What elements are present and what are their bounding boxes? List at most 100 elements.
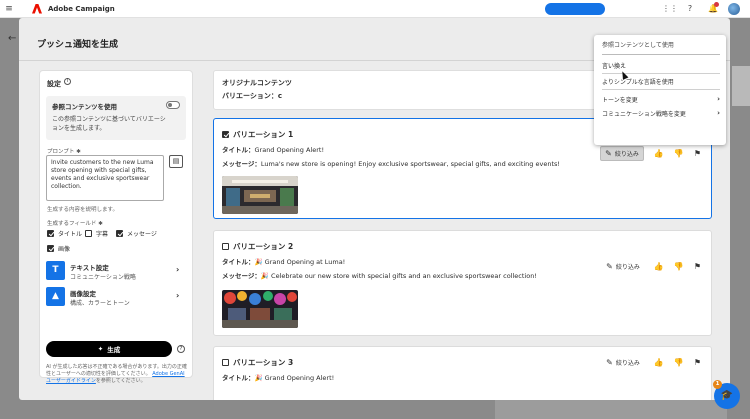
apps-grid-icon[interactable]: ⋮⋮ (662, 4, 678, 14)
menu-item-simpler-language[interactable]: よりシンプルな言語を使用 (602, 77, 720, 86)
checkbox-icon[interactable] (222, 359, 229, 366)
avatar[interactable] (728, 3, 740, 15)
generate-button[interactable]: ✦ 生成 (46, 341, 172, 357)
variation-message-line: メッセージ：🎉 Celebrate our new store with spe… (222, 270, 537, 280)
app-title: Adobe Campaign (48, 4, 115, 13)
original-content-title: オリジナルコンテンツ (222, 79, 292, 87)
image-settings-item[interactable]: ▲ 画像設定 構成、カラーとトーン › (46, 287, 186, 309)
image-icon: ▲ (46, 287, 65, 306)
thumbs-down-icon[interactable]: 👎 (674, 262, 684, 271)
flag-icon[interactable]: ⚑ (694, 358, 701, 367)
background-panel (732, 66, 750, 106)
refine-label: 絞り込み (614, 151, 639, 158)
thumbs-down-icon[interactable]: 👎 (674, 358, 684, 367)
variation-title: バリエーション 1 (233, 130, 294, 139)
back-arrow-icon[interactable]: ← (8, 33, 16, 44)
flag-icon[interactable]: ⚑ (694, 262, 701, 271)
reference-title: 参照コンテンツを使用 (52, 103, 117, 111)
topbar-pill[interactable] (545, 3, 605, 15)
variation-title-line: タイトル：Grand Opening Alert! (222, 144, 324, 154)
refine-button[interactable]: ✎ 絞り込み (600, 146, 644, 161)
variation-title: バリエーション 2 (233, 242, 294, 251)
text-icon: T (46, 261, 65, 280)
variation-header: バリエーション 1 (222, 129, 293, 140)
variation-card-2[interactable]: バリエーション 2 タイトル：🎉 Grand Opening at Luma! … (213, 230, 712, 336)
field-checkbox-image[interactable]: 画像 (47, 244, 70, 253)
hamburger-menu-icon[interactable]: ≡ (0, 4, 18, 14)
refine-button[interactable]: ✎ 絞り込み (602, 260, 644, 273)
disclaimer: AI が生成した応答は不正確である場合があります。出力の正確性とユーザーへの適切… (46, 364, 190, 385)
variation-title: バリエーション 3 (233, 358, 294, 367)
menu-item-change-tone[interactable]: トーンを変更 › (602, 95, 720, 104)
text-settings-title: テキスト設定 (70, 264, 109, 272)
menu-separator (602, 89, 720, 90)
title-label: タイトル： (222, 146, 255, 154)
thumbs-up-icon[interactable]: 👍 (654, 149, 664, 158)
flag-icon[interactable]: ⚑ (694, 149, 701, 158)
message-value: 🎉 Celebrate our new store with special g… (260, 272, 537, 280)
variation-title-line: タイトル：🎉 Grand Opening Alert! (222, 372, 334, 382)
checkbox-icon[interactable] (85, 230, 92, 237)
reference-description: この参照コンテンツに基づいてバリエーションを生成します。 (52, 116, 166, 132)
prompt-library-icon[interactable]: ▤ (169, 155, 183, 168)
field-checkbox-subtitle[interactable]: 字幕 (85, 229, 108, 238)
thumbs-up-icon[interactable]: 👍 (654, 262, 664, 271)
variation-message-line: メッセージ：Luma's new store is opening! Enjoy… (222, 158, 560, 168)
refine-menu: 参照コンテンツとして使用 言い換え よりシンプルな言語を使用 トーンを変更 › … (594, 35, 726, 145)
app-topbar: ≡ Adobe Campaign ⋮⋮ ? 🔔 (0, 0, 750, 18)
reference-toggle[interactable] (166, 101, 180, 109)
menu-item-label: トーンを変更 (602, 97, 638, 104)
title-value: 🎉 Grand Opening Alert! (254, 374, 335, 382)
text-settings-subtitle: コミュニケーション戦略 (70, 274, 136, 281)
help-icon[interactable]: ? (685, 4, 695, 14)
variation-actions: ✎ 絞り込み 👍 👎 ⚑ (602, 356, 701, 369)
notification-dot (714, 2, 719, 7)
info-icon[interactable]: i (64, 78, 71, 85)
variation-image (222, 290, 298, 328)
title-value: 🎉 Grand Opening at Luma! (254, 258, 346, 266)
checkbox-icon[interactable] (47, 245, 54, 252)
variation-card-3[interactable]: バリエーション 3 タイトル：🎉 Grand Opening Alert! ✎ … (213, 346, 712, 400)
sparkle-icon: ✦ (97, 345, 104, 353)
menu-item-change-strategy[interactable]: コミュニケーション戦略を変更 › (602, 109, 720, 118)
disclaimer-tail: を参照してください。 (95, 378, 146, 384)
refine-button[interactable]: ✎ 絞り込み (602, 356, 644, 369)
image-settings-title: 画像設定 (70, 290, 96, 298)
menu-item-rephrase[interactable]: 言い換え (602, 61, 720, 70)
variation-actions: ✎ 絞り込み 👍 👎 ⚑ (600, 146, 701, 161)
refine-label: 絞り込み (615, 264, 640, 271)
settings-panel: 設定 i 参照コンテンツを使用 この参照コンテンツに基づいてバリエーションを生成… (39, 70, 193, 384)
prompt-help-text: 生成する内容を説明します。 (47, 207, 118, 213)
refine-icon: ✎ (606, 261, 613, 271)
prompt-label: プロンプト ✱ (47, 149, 81, 155)
help-badge: 1 (713, 380, 722, 389)
adobe-logo-icon (32, 3, 42, 14)
field-checkbox-message[interactable]: メッセージ (116, 229, 157, 238)
chevron-right-icon: › (717, 109, 720, 117)
chevron-right-icon: › (176, 291, 180, 300)
variation-title-line: タイトル：🎉 Grand Opening at Luma! (222, 256, 345, 266)
background-panel-bottom (495, 400, 727, 419)
chevron-right-icon: › (717, 95, 720, 103)
checkbox-icon[interactable] (47, 230, 54, 237)
message-label: メッセージ： (222, 272, 261, 280)
refine-label: 絞り込み (615, 360, 640, 367)
help-circle-icon[interactable]: ? (177, 345, 185, 353)
thumbs-down-icon[interactable]: 👎 (674, 149, 684, 158)
prompt-input[interactable]: Invite customers to the new Luma store o… (46, 155, 164, 201)
image-settings-subtitle: 構成、カラーとトーン (70, 300, 130, 307)
checkbox-icon[interactable] (222, 243, 229, 250)
store-interior-image (222, 176, 298, 214)
thumbs-up-icon[interactable]: 👍 (654, 358, 664, 367)
checkbox-label: 字幕 (96, 231, 109, 238)
field-checkbox-title[interactable]: タイトル (47, 229, 82, 238)
checkbox-icon[interactable] (116, 230, 123, 237)
message-label: メッセージ： (222, 160, 261, 168)
chevron-right-icon: › (176, 265, 180, 274)
variation-header: バリエーション 3 (222, 357, 293, 368)
store-balloons-image (222, 290, 298, 328)
menu-item-label: コミュニケーション戦略を変更 (602, 111, 686, 118)
checkbox-icon[interactable] (222, 131, 229, 138)
menu-item-use-as-reference[interactable]: 参照コンテンツとして使用 (602, 41, 720, 55)
text-settings-item[interactable]: T テキスト設定 コミュニケーション戦略 › (46, 261, 186, 283)
